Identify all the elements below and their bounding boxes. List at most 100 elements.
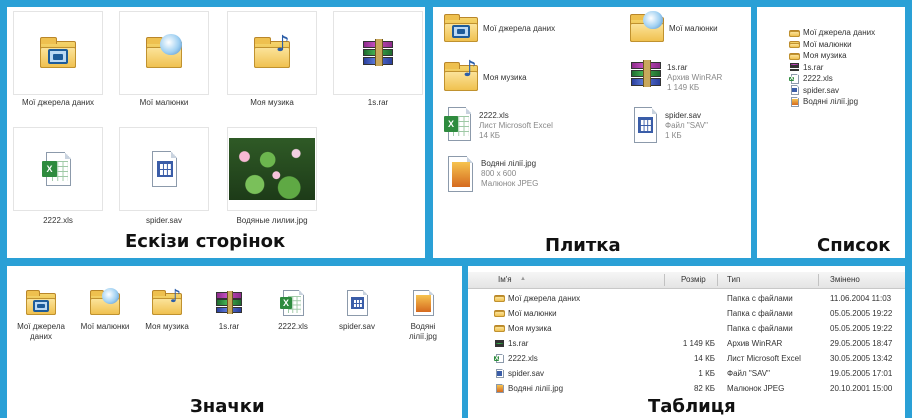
details-view-panel: Ім'я ▲ Розмір Тип Змінено Мої джерела да…: [468, 266, 905, 418]
cell-type: Папка с файлами: [727, 324, 793, 333]
tile-size: 1 КБ: [665, 131, 682, 140]
list-view-panel: Мої джерела даних Мої малюнки Моя музика…: [757, 7, 905, 258]
icon-item[interactable]: 1s.rar: [197, 288, 261, 332]
jpeg-image-icon: [443, 153, 477, 195]
data-sources-folder-icon: [494, 293, 505, 303]
cell-size: 1 КБ: [698, 369, 715, 378]
list-item-label: Мої малюнки: [803, 39, 852, 49]
list-container: Мої джерела даних Мої малюнки Моя музика…: [789, 27, 875, 108]
sav-file-icon: [789, 85, 800, 96]
cell-size: 1 149 КБ: [682, 339, 715, 348]
table-row[interactable]: Водяні лілії.jpg 82 КБ Малюнок JPEG 20.1…: [468, 382, 905, 397]
column-separator[interactable]: [664, 274, 665, 286]
list-item-label: 2222.xls: [803, 74, 833, 84]
thumbnail-data-sources[interactable]: [13, 11, 103, 95]
thumbnail-rar[interactable]: [333, 11, 423, 95]
thumbnail-jpg[interactable]: [227, 127, 317, 211]
table-row[interactable]: Моя музика Папка с файлами 05.05.2005 19…: [468, 322, 905, 337]
list-item[interactable]: 1s.rar: [789, 62, 875, 74]
jpeg-image-icon: [789, 96, 800, 107]
cell-type: Лист Microsoft Excel: [727, 354, 801, 363]
tile-size: 1 149 КБ: [667, 83, 700, 92]
cell-type: Файл "SAV": [727, 369, 770, 378]
view-title-icons: Значки: [190, 396, 265, 417]
cell-name: 2222.xls: [508, 354, 538, 363]
list-item[interactable]: spider.sav: [789, 85, 875, 97]
cell-name: Мої джерела даних: [508, 294, 581, 303]
list-item[interactable]: Водяні лілії.jpg: [789, 96, 875, 108]
list-item[interactable]: Моя музика: [789, 50, 875, 62]
tile-item[interactable]: Мої джерела даних: [443, 11, 555, 45]
column-header-type[interactable]: Тип: [727, 275, 740, 284]
cell-modified: 20.10.2001 15:00: [830, 384, 893, 393]
tile-item[interactable]: ♪ Моя музика: [443, 59, 527, 95]
list-item[interactable]: Мої малюнки: [789, 39, 875, 51]
thumbnail-label: spider.sav: [145, 216, 183, 225]
tile-item[interactable]: X 2222.xls Лист Microsoft Excel 14 КБ: [443, 105, 553, 143]
tiles-view-panel: Мої джерела даних Мої малюнки ♪ Моя музи…: [433, 7, 751, 258]
column-separator[interactable]: [717, 274, 718, 286]
table-header: Ім'я ▲ Розмір Тип Змінено: [468, 272, 905, 289]
icon-item[interactable]: Мої малюнки: [73, 288, 137, 332]
column-header-modified[interactable]: Змінено: [830, 275, 860, 284]
cell-name: spider.sav: [508, 369, 545, 378]
music-folder-icon: [494, 323, 505, 333]
cell-modified: 29.05.2005 18:47: [830, 339, 893, 348]
table-row[interactable]: spider.sav 1 КБ Файл "SAV" 19.05.2005 17…: [468, 367, 905, 382]
column-separator[interactable]: [818, 274, 819, 286]
tile-name: Мої малюнки: [669, 24, 718, 33]
table-row[interactable]: Мої джерела даних Папка с файлами 11.06.…: [468, 292, 905, 307]
tile-item[interactable]: Водяні лілії.jpg 800 x 600 Малюнок JPEG: [443, 153, 538, 195]
cell-type: Малюнок JPEG: [727, 384, 785, 393]
thumbnail-label: Моя музика: [250, 98, 294, 107]
list-item[interactable]: X 2222.xls: [789, 73, 875, 85]
cell-modified: 30.05.2005 13:42: [830, 354, 893, 363]
data-sources-folder-icon: [25, 288, 57, 318]
music-folder-icon: ♪: [151, 288, 183, 318]
excel-file-icon: X: [443, 105, 475, 143]
winrar-archive-icon: [789, 62, 800, 73]
view-title-details: Таблиця: [648, 396, 736, 417]
thumbnail-xls[interactable]: X: [13, 127, 103, 211]
tile-name: 1s.rar: [667, 63, 688, 72]
pictures-folder-icon: [144, 34, 184, 72]
water-lilies-photo: [229, 138, 315, 200]
icon-item-label: 2222.xls: [278, 322, 308, 331]
table-row[interactable]: Мої малюнки Папка с файлами 05.05.2005 1…: [468, 307, 905, 322]
cell-name: 1s.rar: [508, 339, 529, 348]
thumbnail-sav[interactable]: [119, 127, 209, 211]
table-row[interactable]: X 2222.xls 14 КБ Лист Microsoft Excel 30…: [468, 352, 905, 367]
thumbnail-label: Водяные лилии.jpg: [236, 216, 308, 225]
icon-item[interactable]: Водяні лілії.jpg: [391, 288, 455, 342]
cell-type: Архив WinRAR: [727, 339, 783, 348]
column-header-size[interactable]: Розмір: [681, 275, 706, 284]
thumbnail-label: Мої джерела даних: [21, 98, 95, 107]
icon-item[interactable]: spider.sav: [325, 288, 389, 332]
table-row[interactable]: 1s.rar 1 149 КБ Архив WinRAR 29.05.2005 …: [468, 337, 905, 352]
tile-name: 2222.xls: [479, 111, 509, 120]
data-sources-folder-icon: [38, 34, 78, 72]
thumbnail-pictures[interactable]: [119, 11, 209, 95]
column-header-name[interactable]: Ім'я: [498, 275, 512, 284]
pictures-folder-icon: [629, 11, 665, 45]
cell-size: 14 КБ: [693, 354, 715, 363]
thumbnail-music[interactable]: ♪: [227, 11, 317, 95]
cell-type: Папка с файлами: [727, 294, 793, 303]
list-item[interactable]: Мої джерела даних: [789, 27, 875, 39]
excel-file-icon: X: [494, 353, 505, 364]
tile-name: Водяні лілії.jpg: [481, 159, 537, 168]
list-item-label: Водяні лілії.jpg: [803, 97, 859, 107]
icon-item[interactable]: X 2222.xls: [261, 288, 325, 332]
thumbnail-label: 1s.rar: [367, 98, 389, 107]
pictures-folder-icon: [789, 39, 800, 49]
music-folder-icon: ♪: [443, 59, 479, 95]
tile-item[interactable]: 1s.rar Архив WinRAR 1 149 КБ: [629, 57, 722, 93]
tile-item[interactable]: Мої малюнки: [629, 11, 718, 45]
icon-item[interactable]: ♪ Моя музика: [135, 288, 199, 332]
tile-size: 14 КБ: [479, 131, 501, 140]
sav-file-icon: [629, 105, 661, 145]
tile-item[interactable]: spider.sav Файл "SAV" 1 КБ: [629, 105, 708, 145]
icon-item[interactable]: Мої джерела даних: [9, 288, 73, 342]
excel-file-icon: X: [279, 288, 307, 318]
excel-file-icon: X: [789, 73, 800, 84]
